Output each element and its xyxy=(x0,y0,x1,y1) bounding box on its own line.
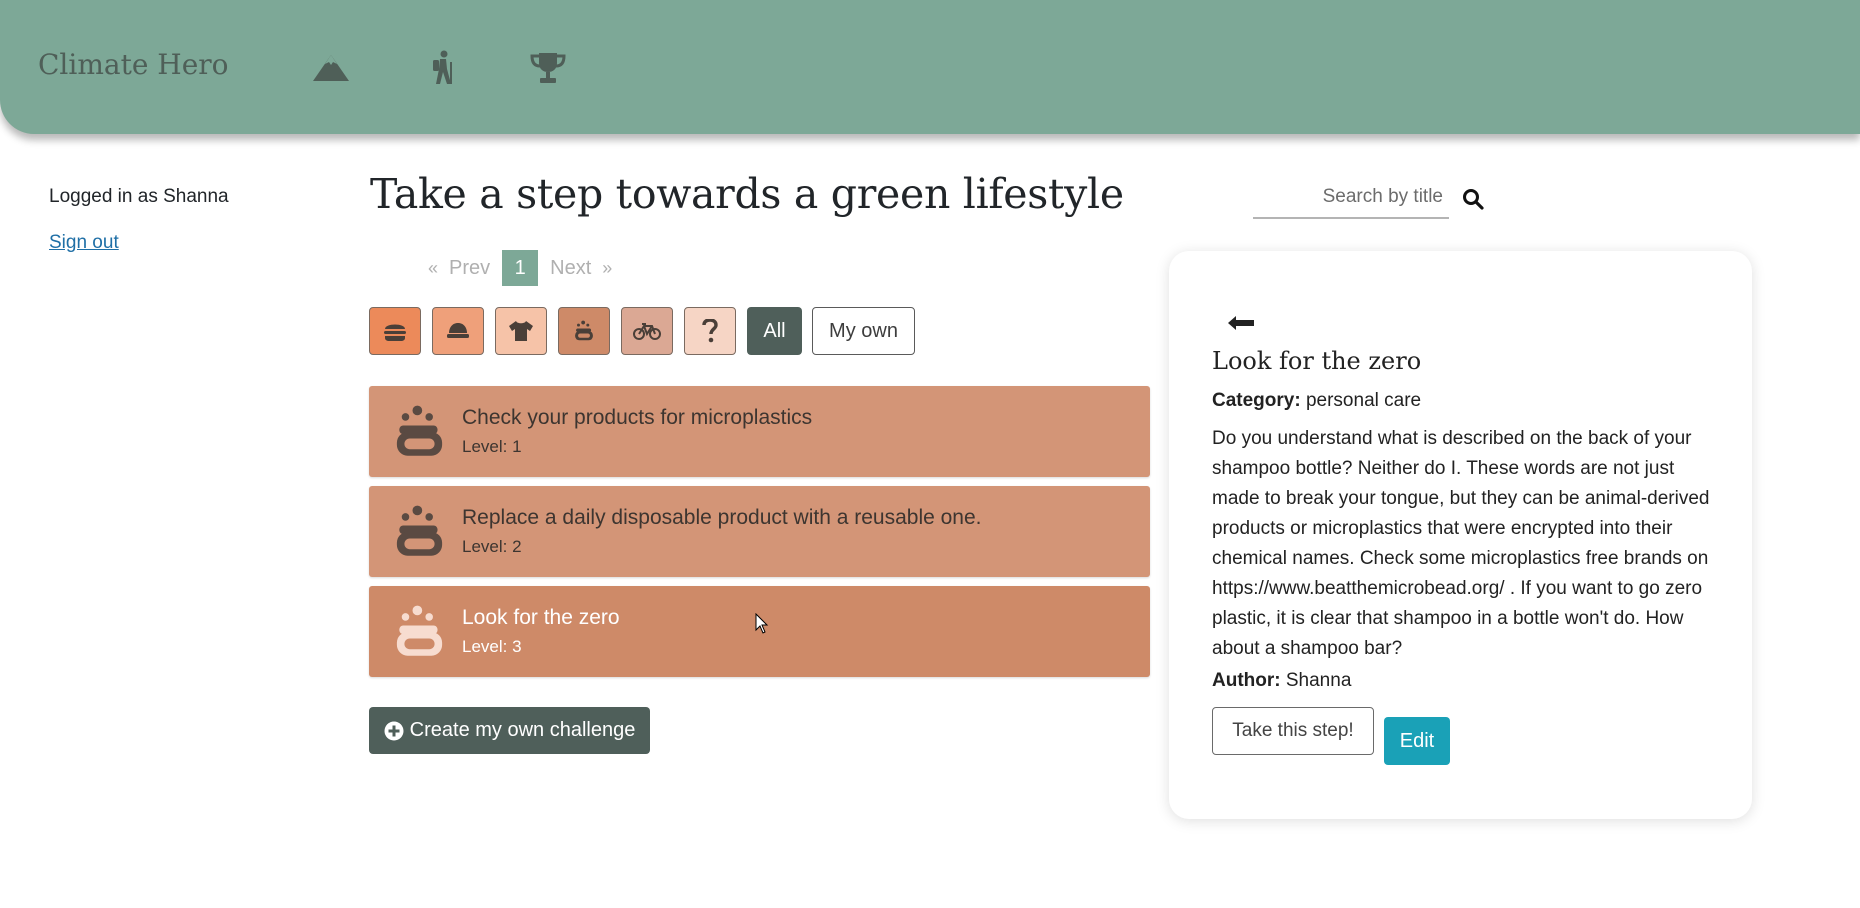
pagination-prev[interactable]: Prev xyxy=(449,257,490,280)
brand-logo-text[interactable]: Climate Hero xyxy=(38,48,229,81)
hiker-icon[interactable] xyxy=(422,48,462,88)
mountain-icon[interactable] xyxy=(311,48,351,88)
challenge-title: Replace a daily disposable product with … xyxy=(462,506,982,529)
pagination-page-1[interactable]: 1 xyxy=(502,250,539,286)
category-filters: All My own xyxy=(369,307,915,355)
top-navbar: Climate Hero xyxy=(0,0,1860,134)
trophy-icon[interactable] xyxy=(528,48,568,88)
burger-icon xyxy=(384,324,406,341)
soap-icon xyxy=(396,405,443,456)
plus-circle-icon xyxy=(384,721,404,740)
category-value: personal care xyxy=(1305,390,1422,411)
filter-clothing-button[interactable] xyxy=(495,307,547,355)
search-input[interactable] xyxy=(1253,176,1449,217)
bicycle-icon xyxy=(633,323,661,340)
filter-food-button[interactable] xyxy=(369,307,421,355)
detail-category: Category: personal care xyxy=(1212,390,1421,412)
detail-author: Author: Shanna xyxy=(1212,670,1351,692)
author-value: Shanna xyxy=(1285,670,1352,691)
challenge-title: Look for the zero xyxy=(462,606,620,629)
logged-in-text: Logged in as Shanna xyxy=(49,186,229,207)
back-arrow-icon[interactable] xyxy=(1227,307,1255,337)
question-icon xyxy=(702,319,718,343)
mouse-cursor-icon xyxy=(755,613,769,634)
author-label: Author: xyxy=(1212,670,1281,691)
cap-icon xyxy=(447,323,469,338)
soap-icon xyxy=(396,505,443,556)
filter-my-own-button[interactable]: My own xyxy=(812,307,915,355)
challenge-level: Level: 3 xyxy=(462,637,522,656)
challenge-level: Level: 2 xyxy=(462,537,522,556)
filter-home-button[interactable] xyxy=(432,307,484,355)
page-title: Take a step towards a green lifestyle xyxy=(370,170,1124,218)
search-icon[interactable] xyxy=(1462,188,1486,212)
challenge-card[interactable]: Check your products for microplastics Le… xyxy=(369,386,1150,477)
category-label: Category: xyxy=(1212,390,1301,411)
filter-transport-button[interactable] xyxy=(621,307,673,355)
challenge-card[interactable]: Replace a daily disposable product with … xyxy=(369,486,1150,577)
filter-personal-care-button[interactable] xyxy=(558,307,610,355)
soap-icon xyxy=(396,605,443,656)
filter-all-button[interactable]: All xyxy=(747,307,802,355)
shirt-icon xyxy=(509,321,533,341)
create-challenge-label: Create my own challenge xyxy=(409,719,636,741)
pagination-last[interactable]: » xyxy=(602,258,612,279)
create-challenge-button[interactable]: Create my own challenge xyxy=(369,707,650,754)
filter-other-button[interactable] xyxy=(684,307,736,355)
pagination-next[interactable]: Next xyxy=(550,257,591,280)
take-this-step-button[interactable]: Take this step! xyxy=(1212,707,1374,755)
challenge-detail-panel: Look for the zero Category: personal car… xyxy=(1169,251,1752,819)
pagination-first[interactable]: « xyxy=(428,258,438,279)
detail-title: Look for the zero xyxy=(1212,347,1422,375)
search-field xyxy=(1253,176,1449,219)
challenge-title: Check your products for microplastics xyxy=(462,406,813,429)
sign-out-link[interactable]: Sign out xyxy=(49,232,229,254)
edit-button[interactable]: Edit xyxy=(1384,717,1450,765)
soap-icon xyxy=(575,320,593,341)
challenge-level: Level: 1 xyxy=(462,437,522,456)
detail-description: Do you understand what is described on t… xyxy=(1212,428,1710,659)
pagination: « Prev 1 Next » xyxy=(428,250,612,286)
sidebar: Logged in as Shanna Sign out xyxy=(49,186,229,254)
